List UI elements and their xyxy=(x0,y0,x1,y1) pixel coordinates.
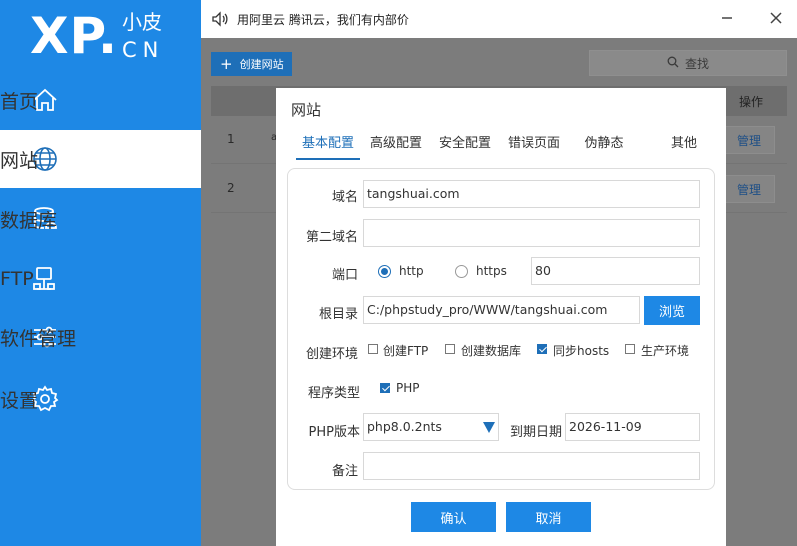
sync-hosts-label: 同步hosts xyxy=(553,344,610,358)
close-button[interactable] xyxy=(766,8,786,28)
production-checkbox[interactable] xyxy=(625,344,635,354)
logo-xp: XP. xyxy=(30,7,119,65)
sidebar-item-label: 网站 xyxy=(0,149,39,172)
sidebar-item-label: 软件管理 xyxy=(0,327,77,350)
sidebar-item-software[interactable]: 软件管理 xyxy=(0,308,201,366)
create-ftp-checkbox[interactable] xyxy=(368,344,378,354)
sidebar-item-ftp[interactable]: FTP xyxy=(0,250,201,308)
tab-other[interactable]: 其他 xyxy=(664,132,704,160)
sidebar-item-home[interactable]: 首页 xyxy=(0,71,201,129)
domain-label: 域名 xyxy=(331,190,358,205)
search-label: 查找 xyxy=(684,56,709,71)
second-domain-input[interactable] xyxy=(363,219,700,247)
note-input[interactable] xyxy=(363,452,700,480)
row-number: 2 xyxy=(227,181,235,195)
tab-rewrite[interactable]: 伪静态 xyxy=(579,132,629,160)
production-label: 生产环境 xyxy=(641,344,690,358)
speaker-icon xyxy=(211,10,229,28)
env-label: 创建环境 xyxy=(305,347,358,362)
dropdown-arrow-icon xyxy=(483,422,495,433)
row-number: 1 xyxy=(227,132,235,146)
create-db-label: 创建数据库 xyxy=(461,344,522,358)
tab-security[interactable]: 安全配置 xyxy=(435,132,495,160)
search-button[interactable]: 查找 xyxy=(589,50,787,76)
expire-date-input[interactable]: 2026-11-09 xyxy=(565,413,700,441)
root-dir-label: 根目录 xyxy=(318,307,358,322)
notice-text[interactable]: 用阿里云 腾讯云，我们有内部价 xyxy=(237,11,409,28)
sidebar-item-label: 数据库 xyxy=(0,209,58,232)
php-version-value: php8.0.2nts xyxy=(367,419,442,434)
sidebar-item-label: 首页 xyxy=(0,90,39,113)
sidebar-item-database[interactable]: 数据库 xyxy=(0,190,201,248)
logo-cn-top: 小皮 xyxy=(122,10,162,34)
cancel-button[interactable]: 取消 xyxy=(506,502,591,532)
plus-icon: + xyxy=(220,54,233,73)
form-panel xyxy=(287,168,715,490)
tab-bar: 基本配置 高级配置 安全配置 错误页面 伪静态 其他 xyxy=(296,132,711,160)
create-website-button[interactable]: + 创建网站 xyxy=(211,52,292,76)
browse-button[interactable]: 浏览 xyxy=(644,296,700,325)
http-label: http xyxy=(399,264,424,278)
app-logo: XP. 小皮 CN xyxy=(30,6,200,66)
logo-cn-bottom: CN xyxy=(122,38,165,62)
sync-hosts-checkbox[interactable] xyxy=(537,344,547,354)
expire-label: 到期日期 xyxy=(509,425,562,440)
manage-button[interactable]: 管理 xyxy=(723,126,775,154)
manage-button[interactable]: 管理 xyxy=(723,175,775,203)
minimize-button[interactable] xyxy=(717,8,737,28)
php-version-label: PHP版本 xyxy=(308,425,360,440)
sidebar-item-label: FTP xyxy=(0,268,34,290)
port-input[interactable]: 80 xyxy=(531,257,700,285)
sidebar-item-settings[interactable]: 设置 xyxy=(0,370,201,428)
https-label: https xyxy=(476,264,507,278)
root-dir-input[interactable]: C:/phpstudy_pro/WWW/tangshuai.com xyxy=(363,296,640,324)
domain-input[interactable]: tangshuai.com xyxy=(363,180,700,208)
tab-error-pages[interactable]: 错误页面 xyxy=(504,132,564,160)
program-type-label: 程序类型 xyxy=(307,386,360,401)
ftp-icon xyxy=(30,264,60,294)
sidebar: XP. 小皮 CN 首页 网站 数据库 FTP 软件管理 设置 xyxy=(0,0,201,546)
confirm-button[interactable]: 确认 xyxy=(411,502,496,532)
tab-advanced[interactable]: 高级配置 xyxy=(366,132,426,160)
titlebar: 用阿里云 腾讯云，我们有内部价 xyxy=(201,0,797,38)
dialog-title: 网站 xyxy=(291,101,322,119)
website-dialog: 网站 基本配置 高级配置 安全配置 错误页面 伪静态 其他 域名 tangshu… xyxy=(276,88,726,546)
op-column-header: 操作 xyxy=(738,95,763,109)
php-checkbox[interactable] xyxy=(380,383,390,393)
http-radio[interactable] xyxy=(378,265,391,278)
second-domain-label: 第二域名 xyxy=(305,230,358,245)
php-version-select[interactable]: php8.0.2nts xyxy=(363,413,499,441)
sidebar-item-label: 设置 xyxy=(0,389,39,412)
note-label: 备注 xyxy=(331,464,358,479)
sidebar-item-website[interactable]: 网站 xyxy=(0,130,201,188)
search-icon xyxy=(667,56,679,71)
create-db-checkbox[interactable] xyxy=(445,344,455,354)
https-radio[interactable] xyxy=(455,265,468,278)
php-label: PHP xyxy=(396,381,420,395)
port-label: 端口 xyxy=(331,268,358,283)
create-ftp-label: 创建FTP xyxy=(383,344,429,358)
tab-basic[interactable]: 基本配置 xyxy=(296,132,360,160)
create-website-label: 创建网站 xyxy=(239,58,284,71)
